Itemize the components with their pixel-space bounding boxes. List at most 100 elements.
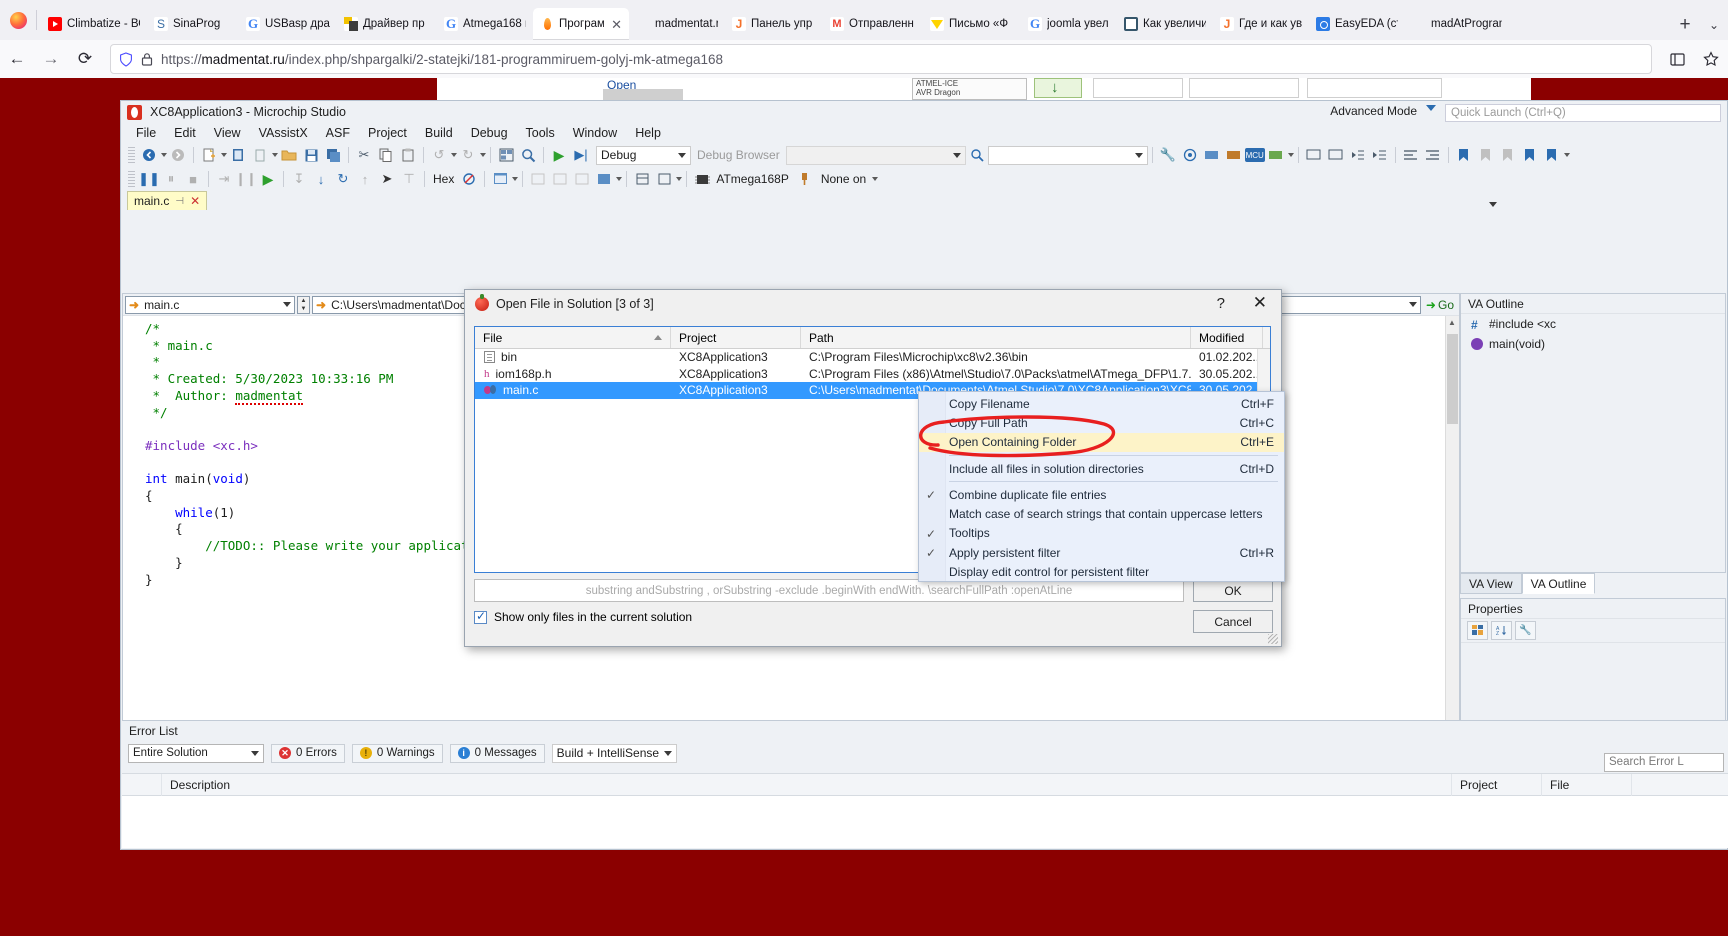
scroll-up-icon[interactable]: ▲	[1448, 318, 1456, 327]
fuses-icon[interactable]	[1223, 145, 1245, 166]
va-outline-item-0[interactable]: # #include <xc	[1461, 314, 1725, 334]
error-column-description[interactable]: Description	[162, 773, 1452, 796]
copy-icon[interactable]	[375, 145, 397, 166]
comment-icon[interactable]	[1303, 145, 1325, 166]
debug-browser-combo[interactable]	[785, 145, 966, 165]
menu-view[interactable]: View	[205, 124, 250, 142]
categorized-icon[interactable]	[1467, 621, 1488, 640]
webpage-download-icon[interactable]	[1034, 78, 1082, 98]
warnings-filter-button[interactable]: ! 0 Warnings	[351, 743, 443, 763]
address-bar[interactable]: https://madmentat.ru/index.php/shpargalk…	[110, 44, 1652, 74]
step-out-icon[interactable]: ↻	[332, 169, 354, 190]
show-only-solution-files-checkbox[interactable]: Show only files in the current solution	[474, 609, 692, 624]
browser-tab-3[interactable]: Драйвер пр	[337, 8, 437, 40]
search-icon[interactable]	[517, 145, 539, 166]
registers-chevron-icon[interactable]	[676, 177, 683, 181]
redo-icon[interactable]: ↻	[457, 145, 479, 166]
step-over-icon[interactable]: ▶|	[570, 145, 592, 166]
run-icon[interactable]: ▶	[257, 169, 279, 190]
browser-tab-1[interactable]: S SinaProg	[147, 8, 239, 40]
bookmark-icon[interactable]	[1453, 145, 1475, 166]
document-tabs-overflow-chevron-icon[interactable]	[1489, 202, 1497, 207]
browser-tab-2[interactable]: G USBasp драй	[239, 8, 337, 40]
new-item-icon[interactable]	[249, 145, 271, 166]
menu-asf[interactable]: ASF	[317, 124, 359, 142]
menu-project[interactable]: Project	[359, 124, 416, 142]
align-left-icon[interactable]	[1400, 145, 1422, 166]
browser-tab-14[interactable]: madAtProgramm	[1405, 8, 1509, 40]
step-over2-icon[interactable]: ↓	[310, 169, 332, 190]
browser-tab-8[interactable]: Отправленн	[823, 8, 923, 40]
error-column-icon[interactable]	[122, 773, 162, 796]
va-tab-0[interactable]: VA View	[1460, 573, 1522, 594]
quick-launch-input[interactable]: Quick Launch (Ctrl+Q)	[1445, 104, 1721, 122]
grid-column-modified[interactable]: Modified	[1191, 327, 1263, 348]
error-column-project[interactable]: Project	[1452, 773, 1542, 796]
insert-breakpoint-icon[interactable]: ⊤	[398, 169, 420, 190]
cut-icon[interactable]: ✂	[353, 145, 375, 166]
context-menu-item-7[interactable]: ✓ Apply persistent filter Ctrl+R	[919, 543, 1284, 562]
file-row[interactable]: bin XC8Application3 C:\Program Files\Micro…	[475, 349, 1270, 366]
toggle-bookmark-icon[interactable]	[1541, 145, 1563, 166]
browser-tab-9[interactable]: Письмо «Ф	[923, 8, 1021, 40]
grid-column-project[interactable]: Project	[671, 327, 801, 348]
dialog-help-button[interactable]: ?	[1217, 295, 1225, 312]
tools-wrench-icon[interactable]: 🔧	[1157, 145, 1179, 166]
advanced-mode-label[interactable]: Advanced Mode	[1330, 104, 1417, 118]
close-document-icon[interactable]: ✕	[190, 194, 200, 208]
toolbar-overflow-chevron-icon[interactable]	[1563, 153, 1570, 157]
new-project-icon[interactable]	[198, 145, 220, 166]
step-up-icon[interactable]: ↑	[354, 169, 376, 190]
navigate-backward-icon[interactable]	[138, 145, 160, 166]
find-in-files-icon[interactable]	[966, 145, 988, 166]
stop-debugging-icon[interactable]: ■	[182, 169, 204, 190]
watch2-icon[interactable]	[549, 169, 571, 190]
ok-button[interactable]: OK	[1193, 579, 1273, 602]
document-tab-main-c[interactable]: main.c ⊣ ✕	[127, 191, 208, 210]
dialog-resize-grip[interactable]	[1268, 634, 1278, 644]
checkbox-icon[interactable]	[474, 609, 487, 624]
browser-tab-5[interactable]: Програм ✕	[533, 8, 629, 40]
browser-tab-7[interactable]: Панель упр	[725, 8, 823, 40]
redo-chevron-icon[interactable]	[480, 153, 486, 157]
menu-help[interactable]: Help	[626, 124, 670, 142]
break-icon[interactable]: ⏸	[160, 169, 182, 190]
disassembly-icon[interactable]	[458, 169, 480, 190]
align-right-icon[interactable]	[1422, 145, 1444, 166]
selected-tool-label[interactable]: None on	[821, 172, 866, 186]
restart-icon[interactable]: ⇥	[213, 169, 235, 190]
webpage-open-button[interactable]	[603, 89, 683, 100]
file-selector-combo[interactable]: ➜ main.c	[125, 295, 295, 314]
grid-column-file[interactable]: File	[475, 327, 671, 348]
va-outline-item-1[interactable]: main(void)	[1461, 334, 1725, 354]
undo-icon[interactable]: ↺	[428, 145, 450, 166]
lock-icon[interactable]	[141, 52, 153, 66]
navigation-spinner[interactable]: ▲ ▼	[297, 295, 310, 314]
back-button[interactable]: ←	[0, 44, 34, 74]
reload-button[interactable]: ⟳	[68, 44, 102, 74]
watch-chevron-icon[interactable]	[616, 177, 623, 181]
menu-vassistx[interactable]: VAssistX	[250, 124, 317, 142]
step-into-icon[interactable]: ↧	[288, 169, 310, 190]
errors-filter-button[interactable]: ✕ 0 Errors	[271, 743, 345, 763]
menu-tools[interactable]: Tools	[517, 124, 564, 142]
grid-column-path[interactable]: Path	[801, 327, 1191, 348]
toolbar-grip-icon[interactable]	[128, 171, 135, 187]
decrease-indent-icon[interactable]	[1347, 145, 1369, 166]
menu-build[interactable]: Build	[416, 124, 462, 142]
add-target-icon[interactable]	[1201, 145, 1223, 166]
toolbar-grip-icon[interactable]	[128, 147, 135, 163]
va-tab-1[interactable]: VA Outline	[1521, 573, 1596, 594]
error-list-search-input[interactable]: Search Error L	[1604, 753, 1724, 772]
browser-tab-11[interactable]: Как увеличи	[1117, 8, 1213, 40]
target-device-label[interactable]: ATmega168P	[716, 172, 789, 186]
break-all-icon[interactable]: ❚❚	[138, 169, 160, 190]
browser-tab-10[interactable]: Gjoomla увел	[1021, 8, 1117, 40]
paste-icon[interactable]	[397, 145, 419, 166]
save-all-icon[interactable]	[322, 145, 344, 166]
browser-tab-4[interactable]: G Atmega168 п	[437, 8, 533, 40]
menu-window[interactable]: Window	[564, 124, 626, 142]
dialog-search-input[interactable]: substring andSubstring , orSubstring -ex…	[474, 579, 1184, 602]
alphabetical-icon[interactable]: AZ	[1491, 621, 1512, 640]
reader-view-icon[interactable]	[1660, 44, 1694, 74]
